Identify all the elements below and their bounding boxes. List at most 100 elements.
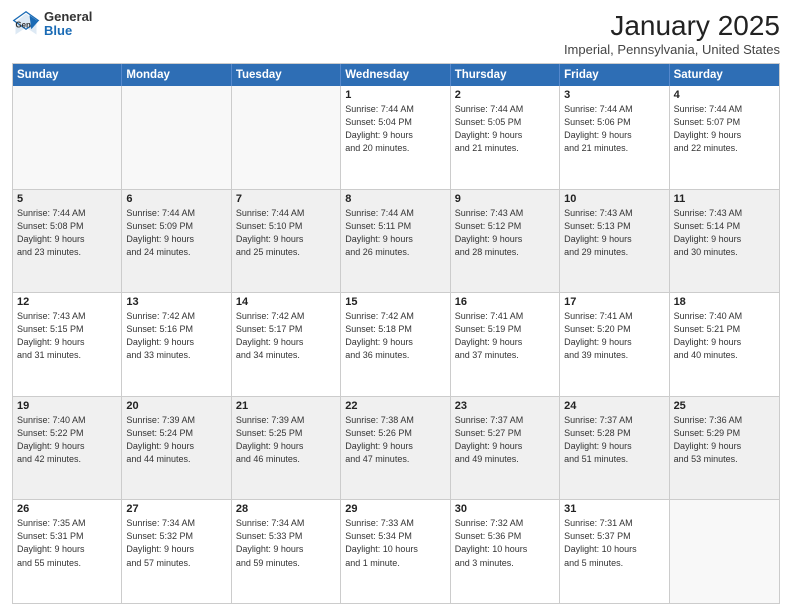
calendar-day-29: 29Sunrise: 7:33 AM Sunset: 5:34 PM Dayli…	[341, 500, 450, 603]
day-info: Sunrise: 7:43 AM Sunset: 5:14 PM Dayligh…	[674, 207, 775, 259]
day-number: 9	[455, 193, 555, 205]
calendar: SundayMondayTuesdayWednesdayThursdayFrid…	[12, 63, 780, 604]
svg-text:Gen: Gen	[16, 21, 31, 30]
calendar-day-13: 13Sunrise: 7:42 AM Sunset: 5:16 PM Dayli…	[122, 293, 231, 396]
calendar-day-10: 10 Sunrise: 7:43 AM Sunset: 5:13 PM Dayli…	[560, 190, 669, 293]
day-number: 30	[455, 503, 555, 515]
day-number: 5	[17, 193, 117, 205]
calendar-empty-cell	[670, 500, 779, 603]
calendar-day-7: 7 Sunrise: 7:44 AM Sunset: 5:10 PM Daylig…	[232, 190, 341, 293]
day-number: 17	[564, 296, 664, 308]
day-info: Sunrise: 7:44 AM Sunset: 5:08 PM Dayligh…	[17, 207, 117, 259]
header-right: January 2025 Imperial, Pennsylvania, Uni…	[564, 10, 780, 57]
logo-icon: Gen	[12, 10, 40, 38]
day-number: 2	[455, 89, 555, 101]
calendar-day-3: 3Sunrise: 7:44 AM Sunset: 5:06 PM Daylig…	[560, 86, 669, 189]
day-header-tuesday: Tuesday	[232, 64, 341, 86]
day-info: Sunrise: 7:33 AM Sunset: 5:34 PM Dayligh…	[345, 517, 445, 569]
day-info: Sunrise: 7:36 AM Sunset: 5:29 PM Dayligh…	[674, 414, 775, 466]
calendar-day-25: 25 Sunrise: 7:36 AM Sunset: 5:29 PM Dayli…	[670, 397, 779, 500]
day-info: Sunrise: 7:34 AM Sunset: 5:32 PM Dayligh…	[126, 517, 226, 569]
day-info: Sunrise: 7:44 AM Sunset: 5:10 PM Dayligh…	[236, 207, 336, 259]
calendar-day-15: 15 Sunrise: 7:42 AM Sunset: 5:18 PM Dayli…	[341, 293, 450, 396]
day-info: Sunrise: 7:35 AM Sunset: 5:31 PM Dayligh…	[17, 517, 117, 569]
day-info: Sunrise: 7:44 AM Sunset: 5:07 PM Dayligh…	[674, 103, 775, 155]
logo-blue-text: Blue	[44, 24, 92, 38]
day-number: 25	[674, 400, 775, 412]
calendar-empty-cell	[232, 86, 341, 189]
day-number: 16	[455, 296, 555, 308]
day-header-monday: Monday	[122, 64, 231, 86]
calendar-day-30: 30 Sunrise: 7:32 AM Sunset: 5:36 PM Dayli…	[451, 500, 560, 603]
day-number: 15	[345, 296, 445, 308]
day-number: 10	[564, 193, 664, 205]
calendar-day-22: 22 Sunrise: 7:38 AM Sunset: 5:26 PM Dayli…	[341, 397, 450, 500]
calendar-empty-cell	[122, 86, 231, 189]
day-info: Sunrise: 7:38 AM Sunset: 5:26 PM Dayligh…	[345, 414, 445, 466]
day-info: Sunrise: 7:41 AM Sunset: 5:19 PM Dayligh…	[455, 310, 555, 362]
day-number: 4	[674, 89, 775, 101]
day-info: Sunrise: 7:43 AM Sunset: 5:12 PM Dayligh…	[455, 207, 555, 259]
calendar-day-6: 6Sunrise: 7:44 AM Sunset: 5:09 PM Daylig…	[122, 190, 231, 293]
calendar-week-2: 5 Sunrise: 7:44 AM Sunset: 5:08 PM Daylig…	[13, 190, 779, 294]
day-info: Sunrise: 7:44 AM Sunset: 5:04 PM Dayligh…	[345, 103, 445, 155]
calendar-day-2: 2 Sunrise: 7:44 AM Sunset: 5:05 PM Daylig…	[451, 86, 560, 189]
calendar-week-4: 19Sunrise: 7:40 AM Sunset: 5:22 PM Dayli…	[13, 397, 779, 501]
calendar-day-24: 24Sunrise: 7:37 AM Sunset: 5:28 PM Dayli…	[560, 397, 669, 500]
day-header-friday: Friday	[560, 64, 669, 86]
day-number: 28	[236, 503, 336, 515]
location: Imperial, Pennsylvania, United States	[564, 42, 780, 57]
calendar-day-18: 18Sunrise: 7:40 AM Sunset: 5:21 PM Dayli…	[670, 293, 779, 396]
day-info: Sunrise: 7:39 AM Sunset: 5:25 PM Dayligh…	[236, 414, 336, 466]
calendar-day-1: 1 Sunrise: 7:44 AM Sunset: 5:04 PM Daylig…	[341, 86, 450, 189]
day-info: Sunrise: 7:39 AM Sunset: 5:24 PM Dayligh…	[126, 414, 226, 466]
day-info: Sunrise: 7:32 AM Sunset: 5:36 PM Dayligh…	[455, 517, 555, 569]
day-info: Sunrise: 7:37 AM Sunset: 5:27 PM Dayligh…	[455, 414, 555, 466]
day-info: Sunrise: 7:43 AM Sunset: 5:15 PM Dayligh…	[17, 310, 117, 362]
day-info: Sunrise: 7:40 AM Sunset: 5:21 PM Dayligh…	[674, 310, 775, 362]
day-number: 11	[674, 193, 775, 205]
calendar-day-23: 23Sunrise: 7:37 AM Sunset: 5:27 PM Dayli…	[451, 397, 560, 500]
calendar-day-21: 21 Sunrise: 7:39 AM Sunset: 5:25 PM Dayli…	[232, 397, 341, 500]
day-info: Sunrise: 7:44 AM Sunset: 5:06 PM Dayligh…	[564, 103, 664, 155]
day-info: Sunrise: 7:43 AM Sunset: 5:13 PM Dayligh…	[564, 207, 664, 259]
logo-general-text: General	[44, 10, 92, 24]
month-title: January 2025	[564, 10, 780, 42]
calendar-day-9: 9 Sunrise: 7:43 AM Sunset: 5:12 PM Daylig…	[451, 190, 560, 293]
day-number: 14	[236, 296, 336, 308]
logo: Gen General Blue	[12, 10, 92, 39]
calendar-day-26: 26Sunrise: 7:35 AM Sunset: 5:31 PM Dayli…	[13, 500, 122, 603]
day-number: 19	[17, 400, 117, 412]
day-number: 12	[17, 296, 117, 308]
calendar-day-8: 8 Sunrise: 7:44 AM Sunset: 5:11 PM Daylig…	[341, 190, 450, 293]
calendar-day-19: 19Sunrise: 7:40 AM Sunset: 5:22 PM Dayli…	[13, 397, 122, 500]
day-info: Sunrise: 7:42 AM Sunset: 5:18 PM Dayligh…	[345, 310, 445, 362]
calendar-day-4: 4 Sunrise: 7:44 AM Sunset: 5:07 PM Daylig…	[670, 86, 779, 189]
calendar-day-11: 11 Sunrise: 7:43 AM Sunset: 5:14 PM Dayli…	[670, 190, 779, 293]
day-info: Sunrise: 7:31 AM Sunset: 5:37 PM Dayligh…	[564, 517, 664, 569]
day-number: 8	[345, 193, 445, 205]
day-info: Sunrise: 7:41 AM Sunset: 5:20 PM Dayligh…	[564, 310, 664, 362]
day-info: Sunrise: 7:44 AM Sunset: 5:05 PM Dayligh…	[455, 103, 555, 155]
day-number: 6	[126, 193, 226, 205]
calendar-day-14: 14 Sunrise: 7:42 AM Sunset: 5:17 PM Dayli…	[232, 293, 341, 396]
calendar-week-5: 26Sunrise: 7:35 AM Sunset: 5:31 PM Dayli…	[13, 500, 779, 603]
header: Gen General Blue January 2025 Imperial, …	[12, 10, 780, 57]
day-number: 24	[564, 400, 664, 412]
page: Gen General Blue January 2025 Imperial, …	[0, 0, 792, 612]
calendar-body: 1 Sunrise: 7:44 AM Sunset: 5:04 PM Daylig…	[13, 86, 779, 603]
calendar-day-27: 27 Sunrise: 7:34 AM Sunset: 5:32 PM Dayli…	[122, 500, 231, 603]
day-info: Sunrise: 7:44 AM Sunset: 5:11 PM Dayligh…	[345, 207, 445, 259]
calendar-day-17: 17 Sunrise: 7:41 AM Sunset: 5:20 PM Dayli…	[560, 293, 669, 396]
calendar-header: SundayMondayTuesdayWednesdayThursdayFrid…	[13, 64, 779, 86]
day-number: 21	[236, 400, 336, 412]
day-number: 31	[564, 503, 664, 515]
day-number: 22	[345, 400, 445, 412]
calendar-day-16: 16 Sunrise: 7:41 AM Sunset: 5:19 PM Dayli…	[451, 293, 560, 396]
day-number: 7	[236, 193, 336, 205]
day-number: 1	[345, 89, 445, 101]
day-header-thursday: Thursday	[451, 64, 560, 86]
day-number: 27	[126, 503, 226, 515]
day-info: Sunrise: 7:42 AM Sunset: 5:17 PM Dayligh…	[236, 310, 336, 362]
calendar-week-3: 12 Sunrise: 7:43 AM Sunset: 5:15 PM Dayli…	[13, 293, 779, 397]
